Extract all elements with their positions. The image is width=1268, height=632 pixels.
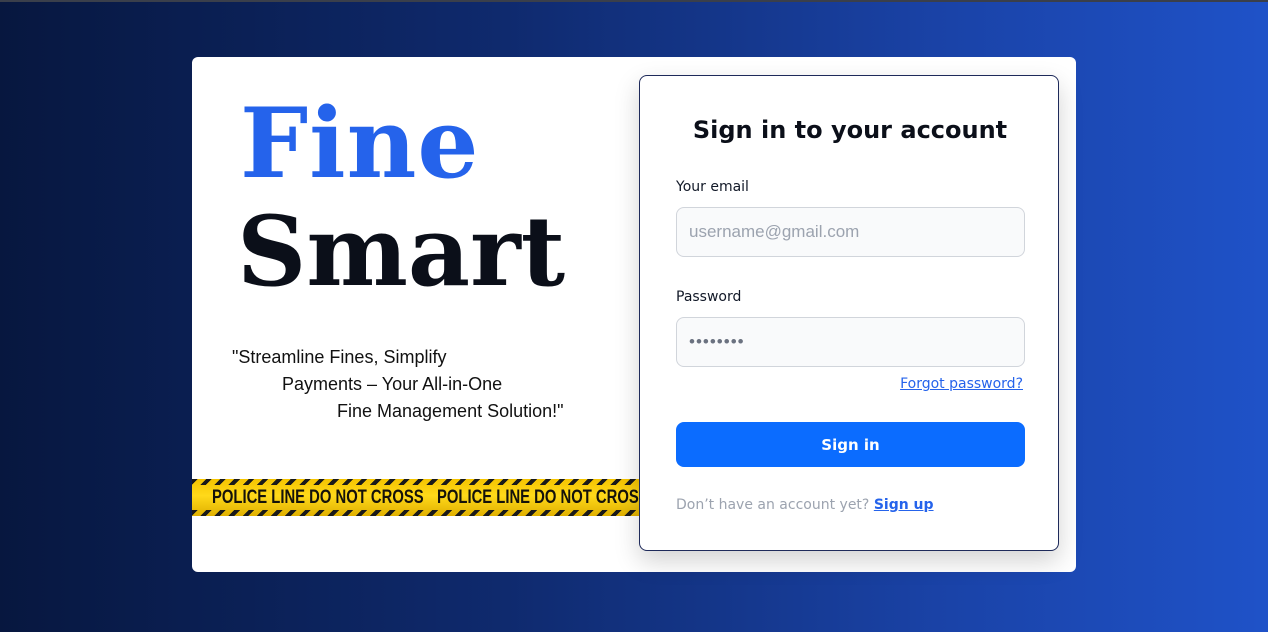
tape-text-2: POLICE LINE DO NOT CROSS (437, 486, 640, 508)
signin-button[interactable]: Sign in (676, 422, 1025, 467)
signin-panel: Sign in to your account Your email Passw… (639, 75, 1059, 551)
tagline-line-2: Payments – Your All-in-One (282, 374, 503, 394)
email-label: Your email (676, 179, 749, 195)
tape-text-1: POLICE LINE DO NOT CROSS (212, 486, 424, 508)
password-field[interactable] (676, 317, 1025, 367)
tagline-line-3: Fine Management Solution!" (337, 401, 564, 421)
signup-line: Don’t have an account yet? Sign up (676, 497, 934, 513)
forgot-password-link[interactable]: Forgot password? (900, 376, 1023, 392)
signin-title: Sign in to your account (692, 116, 1008, 144)
signup-link[interactable]: Sign up (874, 497, 934, 513)
tagline-line-1: "Streamline Fines, Simplify (232, 347, 447, 367)
password-label: Password (676, 289, 742, 305)
tagline: "Streamline Fines, Simplify Payments – Y… (232, 344, 612, 425)
email-field[interactable] (676, 207, 1025, 257)
login-card: Fine Smart "Streamline Fines, Simplify P… (192, 57, 1076, 572)
top-border (0, 0, 1268, 2)
brand-word-fine: Fine (240, 87, 480, 200)
police-tape-image: POLICE LINE DO NOT CROSS POLICE LINE DO … (192, 479, 640, 516)
brand-word-smart: Smart (237, 195, 566, 308)
signup-prompt: Don’t have an account yet? (676, 497, 870, 513)
